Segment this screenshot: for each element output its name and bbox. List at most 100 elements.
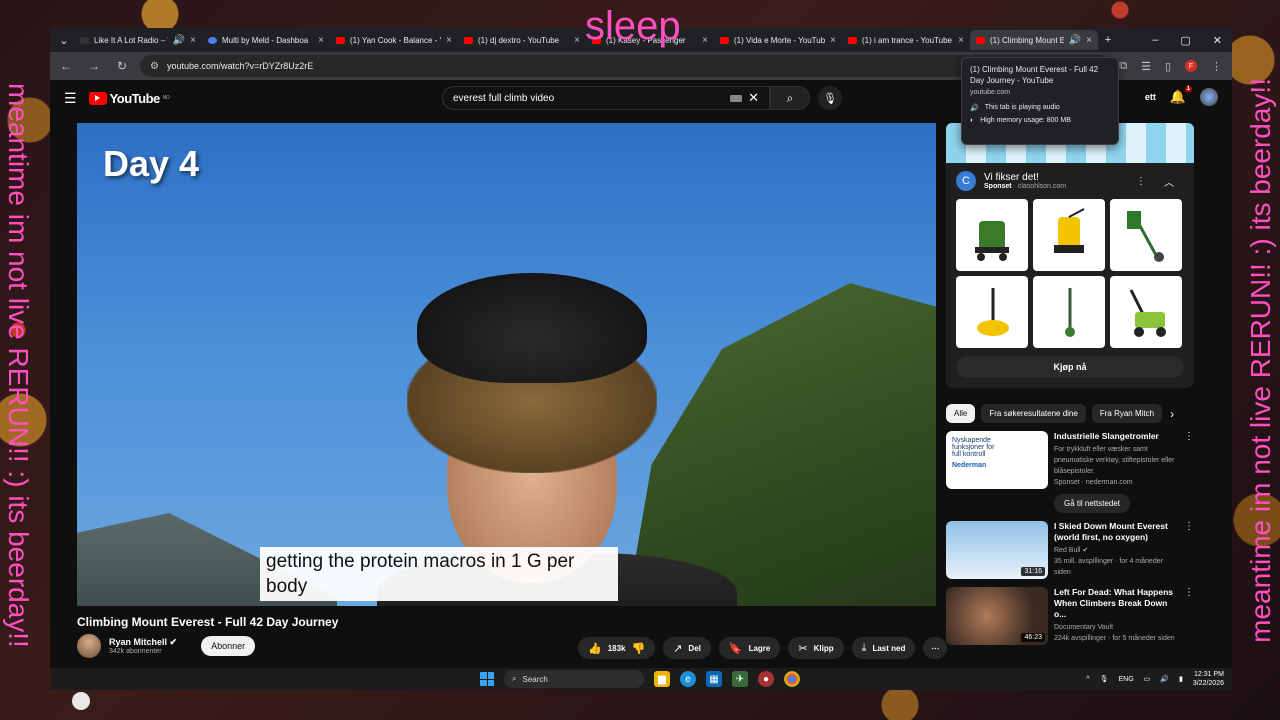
create-button-label[interactable]: ett	[1145, 92, 1156, 102]
more-icon[interactable]: ⋮	[1184, 431, 1194, 513]
profile-icon[interactable]: F	[1185, 60, 1197, 72]
keyboard-icon[interactable]	[730, 94, 743, 102]
grass-trimmer-product[interactable]	[1033, 276, 1105, 348]
network-icon[interactable]: ▭	[1144, 675, 1151, 683]
verified-icon: ✔	[1082, 547, 1089, 554]
clasohlson-logo-icon[interactable]: C	[956, 171, 976, 191]
tab-dj-dextro[interactable]: (1) dj dextro - YouTube ×	[458, 30, 586, 50]
clear-search-icon[interactable]: ✕	[748, 90, 759, 106]
menu-icon[interactable]: ⋮	[1211, 60, 1222, 73]
buy-now-button[interactable]: Kjøp nå	[956, 356, 1184, 378]
app-icon[interactable]: ✈	[732, 671, 748, 687]
save-button[interactable]: 🔖 Lagre	[718, 637, 781, 659]
video-thumbnail[interactable]: 46:23	[946, 587, 1048, 645]
more-icon[interactable]: ⋮	[1184, 587, 1194, 645]
search-input[interactable]: everest full climb video ✕	[442, 86, 770, 110]
chevron-right-icon[interactable]: ›	[1170, 407, 1174, 421]
yellow-washer-product[interactable]	[1033, 199, 1105, 271]
close-tab-icon[interactable]: ×	[958, 35, 964, 46]
chip-from-channel[interactable]: Fra Ryan Mitch	[1091, 404, 1163, 423]
chip-all[interactable]: Alle	[946, 404, 976, 423]
channel-avatar[interactable]	[77, 634, 101, 658]
account-avatar[interactable]	[1200, 88, 1218, 106]
trimmer-product[interactable]	[1110, 199, 1182, 271]
list-item[interactable]: Nyskapende funksjoner for full kontroll …	[946, 431, 1194, 513]
hamburger-icon[interactable]: ☰	[64, 90, 77, 107]
ad-thumbnail[interactable]: Nyskapende funksjoner for full kontroll …	[946, 431, 1048, 489]
back-icon[interactable]: ←	[56, 59, 76, 73]
ad-sponsor-label: Sponset	[984, 183, 1012, 190]
taskbar-search[interactable]: ⌕ Search	[504, 670, 644, 688]
download-button[interactable]: ⤓ Last ned	[851, 637, 916, 659]
window-controls: – ▢ ✕	[1152, 34, 1232, 47]
language-indicator[interactable]: ENG	[1118, 676, 1133, 683]
microphone-icon[interactable]: 🎙	[1100, 675, 1109, 683]
ad-menu-icon[interactable]: ⋮	[1136, 176, 1146, 187]
minimize-icon[interactable]: –	[1152, 34, 1158, 47]
chip-from-search[interactable]: Fra søkeresultatene dine	[981, 404, 1086, 423]
subscribe-button[interactable]: Abonner	[201, 636, 256, 656]
store-icon[interactable]: ▦	[706, 671, 722, 687]
recorder-icon[interactable]: ●	[758, 671, 774, 687]
voice-search-button[interactable]: 🎙	[818, 86, 842, 110]
chevron-up-icon[interactable]: ^	[1086, 676, 1089, 683]
speaker-icon: 🔊	[970, 105, 979, 112]
more-actions-button[interactable]: ⋯	[923, 637, 948, 659]
close-tab-icon[interactable]: ×	[446, 35, 452, 46]
tab-climbing-mount-everest[interactable]: (1) Climbing Mount E 🔊 ×	[970, 30, 1098, 50]
close-tab-icon[interactable]: ×	[830, 35, 836, 46]
video-player[interactable]: Day 4 getting the protein macros in 1 G …	[77, 123, 936, 606]
search-button[interactable]: ⌕	[770, 86, 810, 110]
clip-button[interactable]: ✂ Klipp	[788, 637, 844, 659]
maximize-icon[interactable]: ▢	[1180, 34, 1190, 47]
list-item[interactable]: 46:23 Left For Dead: What Happens When C…	[946, 587, 1194, 645]
youtube-logo[interactable]: YouTube NO	[88, 91, 170, 106]
list-item[interactable]: 31:16 I Skied Down Mount Everest (world …	[946, 521, 1194, 579]
tab-search-button[interactable]: ⌄	[54, 30, 74, 50]
rec-channel: Red Bull ✔	[1054, 545, 1178, 556]
reload-icon[interactable]: ↻	[112, 59, 132, 73]
tab-label: (1) Vida e Morte - YouTub	[734, 35, 826, 45]
forward-icon[interactable]: →	[84, 59, 104, 73]
close-tab-icon[interactable]: ×	[318, 35, 324, 46]
clock[interactable]: 12:31 PM 3/22/2026	[1193, 670, 1224, 688]
sidebar-icon[interactable]: ▯	[1165, 60, 1171, 73]
file-explorer-icon[interactable]: ▆	[654, 671, 670, 687]
close-tab-icon[interactable]: ×	[190, 35, 196, 46]
url-text: youtube.com/watch?v=rDYZr8Uz2rE	[166, 61, 314, 71]
notifications-button[interactable]: 🔔 1	[1170, 86, 1192, 105]
close-tab-icon[interactable]: ×	[1086, 35, 1092, 46]
reading-list-icon[interactable]: ☰	[1141, 60, 1151, 73]
tab-meld-dashboard[interactable]: Multi by Meld - Dashboa ×	[202, 30, 330, 50]
close-tab-icon[interactable]: ×	[574, 35, 580, 46]
collapse-icon[interactable]: ︿	[1164, 174, 1174, 189]
video-thumbnail[interactable]: 31:16	[946, 521, 1048, 579]
chrome-icon[interactable]	[784, 671, 800, 687]
duration-badge: 31:16	[1021, 567, 1045, 576]
channel-name[interactable]: Ryan Mitchell ✔	[109, 637, 177, 648]
lawn-mower-product[interactable]	[1110, 276, 1182, 348]
edge-icon[interactable]: e	[680, 671, 696, 687]
more-icon[interactable]: ⋮	[1184, 521, 1194, 579]
battery-icon[interactable]: ▮	[1179, 675, 1183, 683]
tab-like-it-a-lot-radio[interactable]: Like It A Lot Radio – T 🔊 ×	[74, 30, 202, 50]
windows-start-icon[interactable]	[480, 672, 494, 686]
rec-info: Industrielle Slangetromler For trykkluft…	[1054, 431, 1178, 513]
surface-cleaner-product[interactable]	[956, 276, 1028, 348]
pressure-washer-product[interactable]	[956, 199, 1028, 271]
close-window-icon[interactable]: ✕	[1213, 34, 1222, 47]
share-button[interactable]: ↗ Del	[663, 637, 711, 659]
tab-vida-e-morte[interactable]: (1) Vida e Morte - YouTub ×	[714, 30, 842, 50]
tab-i-am-trance[interactable]: (1) i am trance - YouTube ×	[842, 30, 970, 50]
secondary-column: C Vi fikser det! Sponset · clasohlson.co…	[946, 123, 1194, 645]
visit-site-button[interactable]: Gå til nettstedet	[1054, 494, 1131, 513]
new-tab-button[interactable]: +	[1098, 30, 1118, 50]
close-tab-icon[interactable]: ×	[702, 35, 708, 46]
site-info-icon[interactable]: ⚙	[150, 61, 159, 72]
ad-domain: clasohlson.com	[1017, 183, 1067, 190]
like-button[interactable]: 👍 183k 👎	[578, 637, 656, 659]
tab-yan-cook[interactable]: (1) Yan Cook - Balance - Y ×	[330, 30, 458, 50]
thumbs-down-icon[interactable]: 👎	[632, 642, 646, 655]
volume-icon[interactable]: 🔊	[1160, 675, 1169, 683]
extensions-icon[interactable]: ⧉	[1119, 60, 1127, 73]
